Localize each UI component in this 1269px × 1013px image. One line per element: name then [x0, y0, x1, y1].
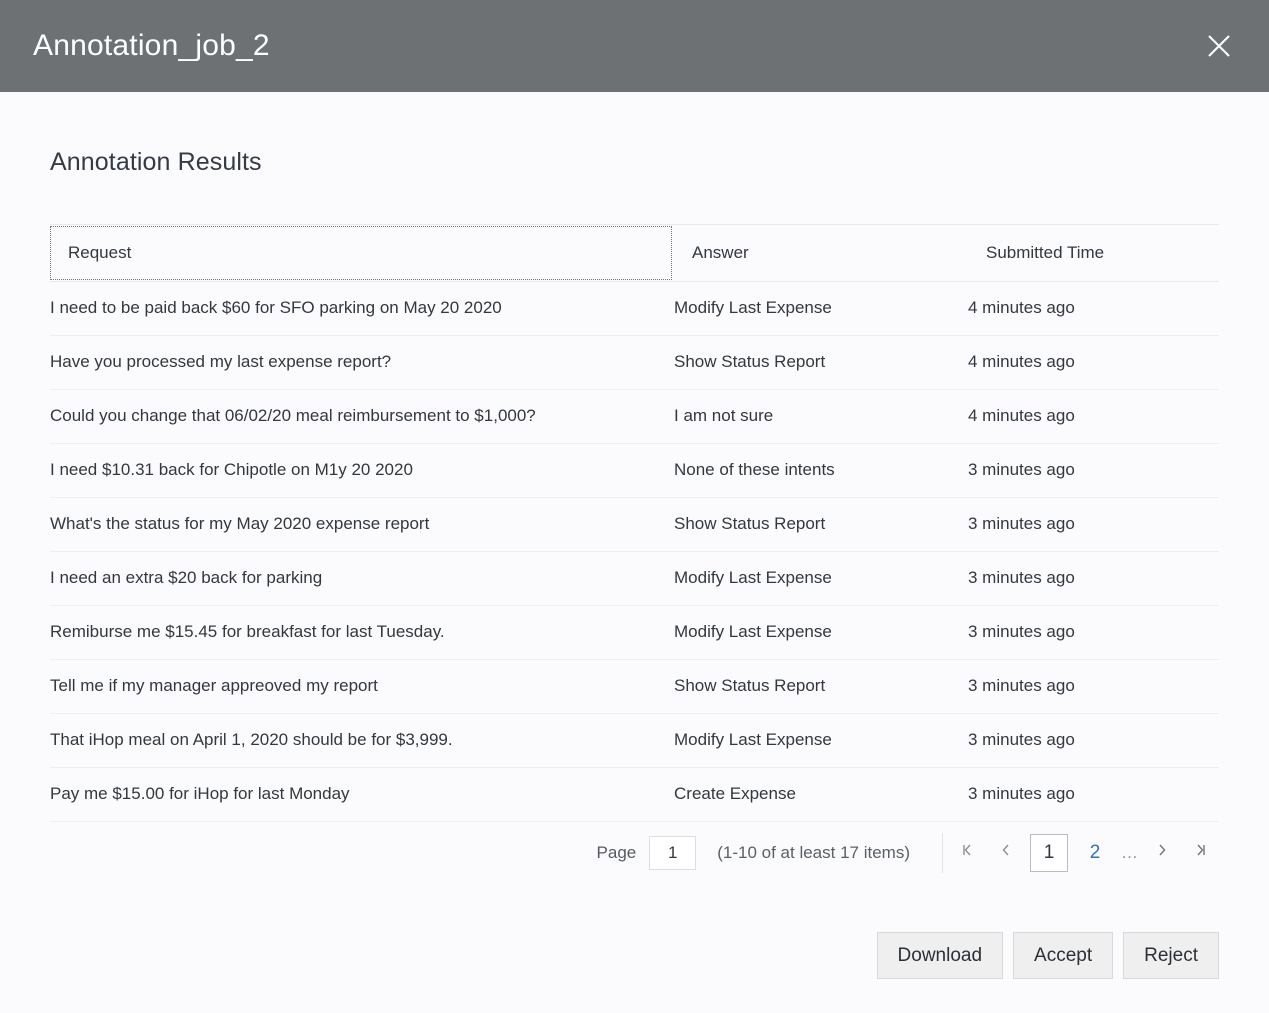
download-button[interactable]: Download — [877, 932, 1004, 979]
table-row[interactable]: Tell me if my manager appreoved my repor… — [50, 659, 1219, 713]
page-number-2[interactable]: 2 — [1078, 834, 1112, 872]
table-body: I need to be paid back $60 for SFO parki… — [50, 281, 1219, 821]
close-button[interactable] — [1197, 24, 1241, 68]
section-title: Annotation Results — [50, 148, 1219, 177]
pagination-count-text: (1-10 of at least 17 items) — [717, 843, 910, 863]
close-icon — [1204, 31, 1234, 61]
cell-submitted-time: 3 minutes ago — [968, 605, 1219, 659]
table-row[interactable]: What's the status for my May 2020 expens… — [50, 497, 1219, 551]
dialog-titlebar: Annotation_job_2 — [0, 0, 1269, 92]
cell-answer: Modify Last Expense — [674, 281, 968, 335]
table-header: Request Answer Submitted Time — [50, 225, 1219, 281]
pagination-controls: 1 2 … — [949, 834, 1219, 872]
dialog-footer: Download Accept Reject — [50, 932, 1219, 979]
cell-request: Pay me $15.00 for iHop for last Monday — [50, 767, 674, 821]
results-table-container: Request Answer Submitted Time I need to … — [50, 224, 1219, 822]
cell-answer: Modify Last Expense — [674, 551, 968, 605]
dialog-body: Annotation Results Request Answer Submit… — [0, 92, 1269, 1013]
table-header-row: Request Answer Submitted Time — [50, 225, 1219, 281]
table-row[interactable]: I need to be paid back $60 for SFO parki… — [50, 281, 1219, 335]
last-page-icon — [1192, 842, 1208, 864]
pagination-bar: Page (1-10 of at least 17 items) — [50, 822, 1219, 884]
cell-submitted-time: 3 minutes ago — [968, 659, 1219, 713]
cell-request: I need to be paid back $60 for SFO parki… — [50, 281, 674, 335]
cell-submitted-time: 4 minutes ago — [968, 281, 1219, 335]
column-header-submitted-time-label: Submitted Time — [986, 243, 1104, 263]
cell-request: I need an extra $20 back for parking — [50, 551, 674, 605]
dialog-title: Annotation_job_2 — [33, 31, 270, 61]
table-row[interactable]: Pay me $15.00 for iHop for last Monday C… — [50, 767, 1219, 821]
table-row[interactable]: That iHop meal on April 1, 2020 should b… — [50, 713, 1219, 767]
cell-submitted-time: 4 minutes ago — [968, 335, 1219, 389]
column-header-answer-label: Answer — [692, 243, 749, 263]
cell-answer: I am not sure — [674, 389, 968, 443]
previous-page-button[interactable] — [987, 834, 1025, 872]
accept-button[interactable]: Accept — [1013, 932, 1113, 979]
cell-answer: Modify Last Expense — [674, 605, 968, 659]
table-row[interactable]: I need $10.31 back for Chipotle on M1y 2… — [50, 443, 1219, 497]
page-number-1[interactable]: 1 — [1030, 834, 1068, 872]
pagination-page-input[interactable] — [649, 836, 696, 870]
column-header-request[interactable]: Request — [50, 225, 674, 281]
first-page-button[interactable] — [949, 834, 987, 872]
cell-request: That iHop meal on April 1, 2020 should b… — [50, 713, 674, 767]
table-row[interactable]: Could you change that 06/02/20 meal reim… — [50, 389, 1219, 443]
reject-button[interactable]: Reject — [1123, 932, 1219, 979]
column-header-answer[interactable]: Answer — [674, 225, 968, 281]
cell-submitted-time: 3 minutes ago — [968, 443, 1219, 497]
cell-submitted-time: 3 minutes ago — [968, 767, 1219, 821]
next-page-icon — [1154, 842, 1170, 864]
cell-request: I need $10.31 back for Chipotle on M1y 2… — [50, 443, 674, 497]
cell-answer: None of these intents — [674, 443, 968, 497]
table-row[interactable]: Remiburse me $15.45 for breakfast for la… — [50, 605, 1219, 659]
table-row[interactable]: I need an extra $20 back for parking Mod… — [50, 551, 1219, 605]
cell-submitted-time: 4 minutes ago — [968, 389, 1219, 443]
pagination-page-selector: Page (1-10 of at least 17 items) — [597, 836, 928, 870]
column-header-request-label: Request — [68, 243, 131, 263]
previous-page-icon — [998, 842, 1014, 864]
cell-answer: Create Expense — [674, 767, 968, 821]
cell-request: Have you processed my last expense repor… — [50, 335, 674, 389]
next-page-button[interactable] — [1143, 834, 1181, 872]
cell-request: Remiburse me $15.45 for breakfast for la… — [50, 605, 674, 659]
last-page-button[interactable] — [1181, 834, 1219, 872]
cell-submitted-time: 3 minutes ago — [968, 551, 1219, 605]
pagination-ellipsis: … — [1117, 843, 1143, 863]
first-page-icon — [960, 842, 976, 864]
cell-submitted-time: 3 minutes ago — [968, 713, 1219, 767]
cell-request: What's the status for my May 2020 expens… — [50, 497, 674, 551]
annotation-results-dialog: Annotation_job_2 Annotation Results Requ… — [0, 0, 1269, 1013]
cell-answer: Modify Last Expense — [674, 713, 968, 767]
cell-answer: Show Status Report — [674, 497, 968, 551]
results-table: Request Answer Submitted Time I need to … — [50, 225, 1219, 822]
cell-request: Tell me if my manager appreoved my repor… — [50, 659, 674, 713]
column-header-submitted-time[interactable]: Submitted Time — [968, 225, 1219, 281]
pagination-page-label: Page — [597, 843, 637, 863]
cell-submitted-time: 3 minutes ago — [968, 497, 1219, 551]
cell-answer: Show Status Report — [674, 659, 968, 713]
pagination-divider — [942, 833, 943, 873]
cell-answer: Show Status Report — [674, 335, 968, 389]
cell-request: Could you change that 06/02/20 meal reim… — [50, 389, 674, 443]
table-row[interactable]: Have you processed my last expense repor… — [50, 335, 1219, 389]
